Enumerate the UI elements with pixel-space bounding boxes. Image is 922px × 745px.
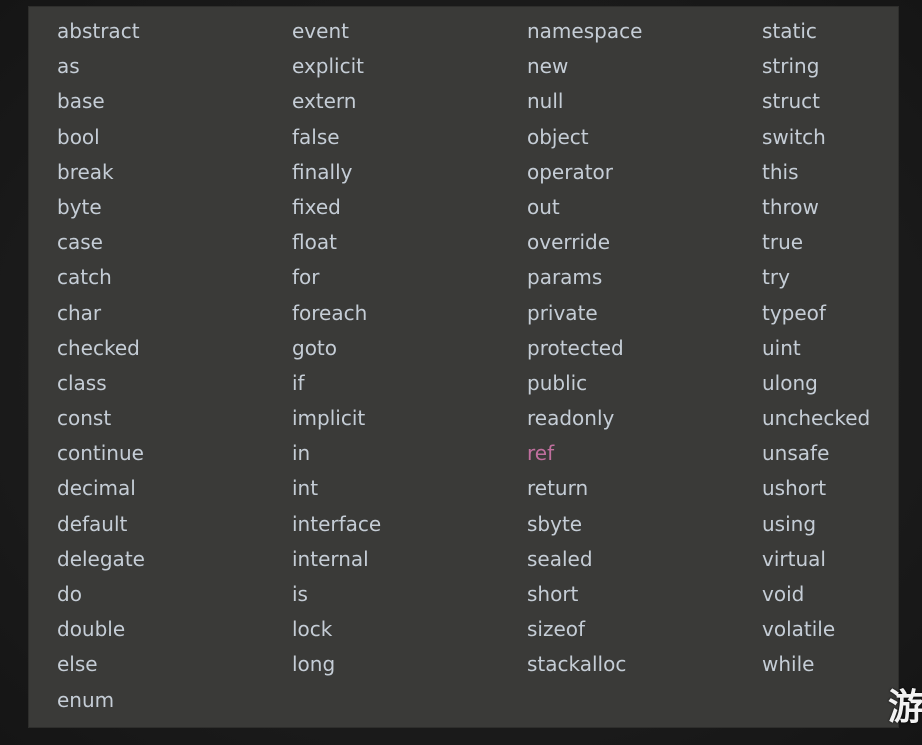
keyword-item: finally [292,159,353,184]
keyword-column-3: namespace new null object operator out overrid… [527,20,642,689]
keyword-item: this [762,159,799,184]
keyword-item: out [527,194,560,219]
keyword-item: try [762,265,790,290]
keyword-item: catch [57,265,112,290]
keyword-item: private [527,300,598,325]
keyword-column-2: event explicit extern false finally fixed floa… [292,20,381,689]
keyword-item: case [57,230,103,255]
keyword-item: float [292,230,337,255]
keyword-table-panel: abstract as base bool break byte case catch char… [29,7,898,727]
keyword-item: fixed [292,194,341,219]
keyword-item: ushort [762,476,827,501]
keyword-item: switch [762,124,826,149]
keyword-item: default [57,511,128,536]
keyword-item: while [762,652,815,677]
keyword-item: short [527,582,579,606]
keyword-column-4: static string struct switch this throw true try… [762,20,870,689]
keyword-item: uint [762,335,801,360]
keyword-item: public [527,370,588,395]
keyword-item: operator [527,159,614,184]
keyword-item: if [292,370,305,395]
keyword-item: continue [57,441,144,466]
keyword-item: sealed [527,546,593,571]
keyword-item: decimal [57,476,136,501]
keyword-item: else [57,652,98,677]
keyword-item: static [762,19,817,43]
keyword-item: ulong [762,370,818,395]
keyword-item: new [527,54,569,79]
keyword-item: checked [57,335,140,360]
keyword-item: break [57,159,114,184]
keyword-item: lock [292,617,333,642]
keyword-item: internal [292,546,369,571]
keyword-item: interface [292,511,382,536]
keyword-item: double [57,617,126,642]
keyword-item: ref [527,441,555,466]
keyword-item: in [292,441,311,466]
keyword-item: stackalloc [527,652,627,677]
keyword-item: using [762,511,817,536]
keyword-item: struct [762,89,820,114]
keyword-item: base [57,89,105,114]
keyword-item: event [292,19,349,43]
keyword-item: bool [57,124,100,149]
keyword-item: object [527,124,589,149]
keyword-item: extern [292,89,357,114]
keyword-item: unsafe [762,441,830,466]
keyword-item: abstract [57,19,140,43]
keyword-item: volatile [762,617,836,642]
keyword-item: as [57,54,80,79]
keyword-item: typeof [762,300,826,325]
keyword-item: enum [57,687,115,712]
keyword-item: void [762,582,805,606]
keyword-item: byte [57,194,102,219]
keyword-item: delegate [57,546,145,571]
keyword-item: protected [527,335,624,360]
keyword-item: virtual [762,546,826,571]
keyword-item: for [292,265,320,290]
site-watermark-logo: 游戏 [887,687,922,728]
keyword-item: goto [292,335,338,360]
keyword-item: const [57,406,112,431]
keyword-item: is [292,582,308,606]
keyword-item: sizeof [527,617,586,642]
keyword-item: char [57,300,102,325]
keyword-item: int [292,476,319,501]
keyword-item: params [527,265,603,290]
keyword-column-1: abstract as base bool break byte case catch char… [57,20,145,724]
keyword-item: do [57,582,82,606]
keyword-item: namespace [527,19,643,43]
keyword-item: class [57,370,107,395]
keyword-item: readonly [527,406,615,431]
keyword-item: override [527,230,611,255]
keyword-item: return [527,476,589,501]
keyword-item: unchecked [762,406,871,431]
keyword-item: foreach [292,300,368,325]
keyword-item: implicit [292,406,366,431]
video-frame: abstract as base bool break byte case catch char… [0,0,922,745]
keyword-item: sbyte [527,511,583,536]
keyword-item: explicit [292,54,364,79]
keyword-item: string [762,54,820,79]
keyword-item: null [527,89,564,114]
keyword-item: throw [762,194,819,219]
keyword-item: long [292,652,336,677]
keyword-item: false [292,124,340,149]
keyword-item: true [762,230,804,255]
